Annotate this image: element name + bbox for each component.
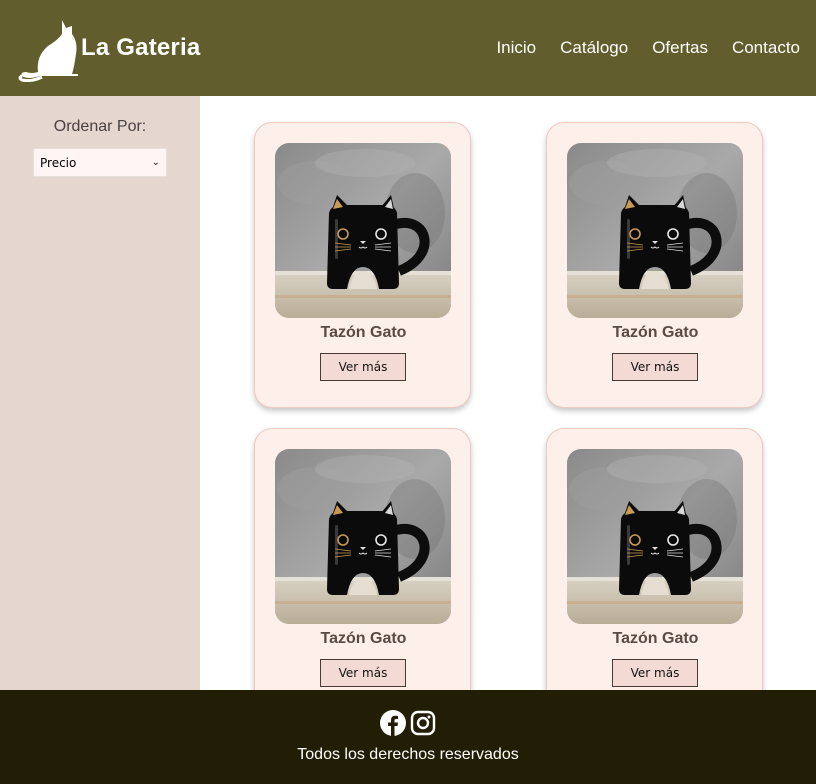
site-header: La Gateria Inicio Catálogo Ofertas Conta… <box>0 0 816 96</box>
product-title: Tazón Gato <box>320 630 407 647</box>
facebook-icon[interactable] <box>380 710 406 736</box>
product-title: Tazón Gato <box>612 630 699 647</box>
filter-sidebar: Ordenar Por: Precio ⌄ <box>0 96 200 690</box>
cat-silhouette-icon[interactable] <box>18 16 84 82</box>
product-card: Tazón Gato Ver más <box>254 428 471 690</box>
product-card: Tazón Gato Ver más <box>546 428 763 690</box>
sort-selected-value: Precio <box>40 155 77 170</box>
sort-label: Ordenar Por: <box>53 118 147 135</box>
nav-inicio[interactable]: Inicio <box>496 38 536 58</box>
product-image[interactable] <box>567 449 743 624</box>
instagram-icon[interactable] <box>410 710 436 736</box>
product-image[interactable] <box>275 449 451 624</box>
ver-mas-button[interactable]: Ver más <box>320 659 406 687</box>
copyright-text: Todos los derechos reservados <box>297 746 519 763</box>
sort-select[interactable]: Precio ⌄ <box>33 148 167 177</box>
ver-mas-button[interactable]: Ver más <box>612 659 698 687</box>
product-image[interactable] <box>275 143 451 318</box>
product-image[interactable] <box>567 143 743 318</box>
product-grid: Tazón Gato Ver más Tazón Gato Ver más Ta… <box>200 96 816 690</box>
ver-mas-button[interactable]: Ver más <box>320 353 406 381</box>
main-nav: Inicio Catálogo Ofertas Contacto <box>496 38 800 58</box>
chevron-down-icon: ⌄ <box>151 157 160 168</box>
nav-contacto[interactable]: Contacto <box>732 38 800 58</box>
product-card: Tazón Gato Ver más <box>546 122 763 408</box>
social-links <box>0 710 816 736</box>
nav-catalogo[interactable]: Catálogo <box>560 38 628 58</box>
site-footer: Todos los derechos reservados <box>0 690 816 784</box>
product-title: Tazón Gato <box>320 324 407 341</box>
ver-mas-button[interactable]: Ver más <box>612 353 698 381</box>
nav-ofertas[interactable]: Ofertas <box>652 38 708 58</box>
product-title: Tazón Gato <box>612 324 699 341</box>
brand-name[interactable]: La Gateria <box>81 34 200 62</box>
product-card: Tazón Gato Ver más <box>254 122 471 408</box>
